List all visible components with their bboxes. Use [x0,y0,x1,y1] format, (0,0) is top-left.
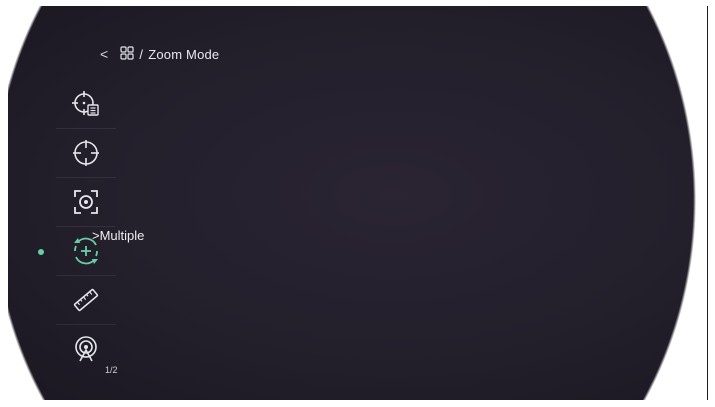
menu-list [38,80,116,373]
hotspot-tracking-icon [71,334,101,364]
breadcrumb-separator: / [139,46,144,62]
page-indicator: 1/2 [105,365,118,375]
menu-item-crosshair[interactable] [56,129,116,178]
breadcrumb: < / Zoom Mode [100,43,219,65]
menu-item-ruler[interactable] [56,276,116,325]
ruler-icon [71,285,101,315]
active-indicator [38,249,44,255]
menu-item-reticle-settings[interactable] [56,80,116,129]
reticle-settings-icon [71,89,101,119]
zoom-mode-value: >Multiple [92,228,145,243]
back-button[interactable]: < [100,46,108,62]
page-title: Zoom Mode [148,46,220,62]
device-screen: < / Zoom Mode >Multiple 1/2 [0,0,715,407]
crosshair-icon [71,138,101,168]
focus-frame-icon [71,187,101,217]
menu-item-focus-frame[interactable] [56,178,116,227]
scope-view: < / Zoom Mode >Multiple 1/2 [8,6,708,400]
menu-grid-icon[interactable] [120,45,134,63]
